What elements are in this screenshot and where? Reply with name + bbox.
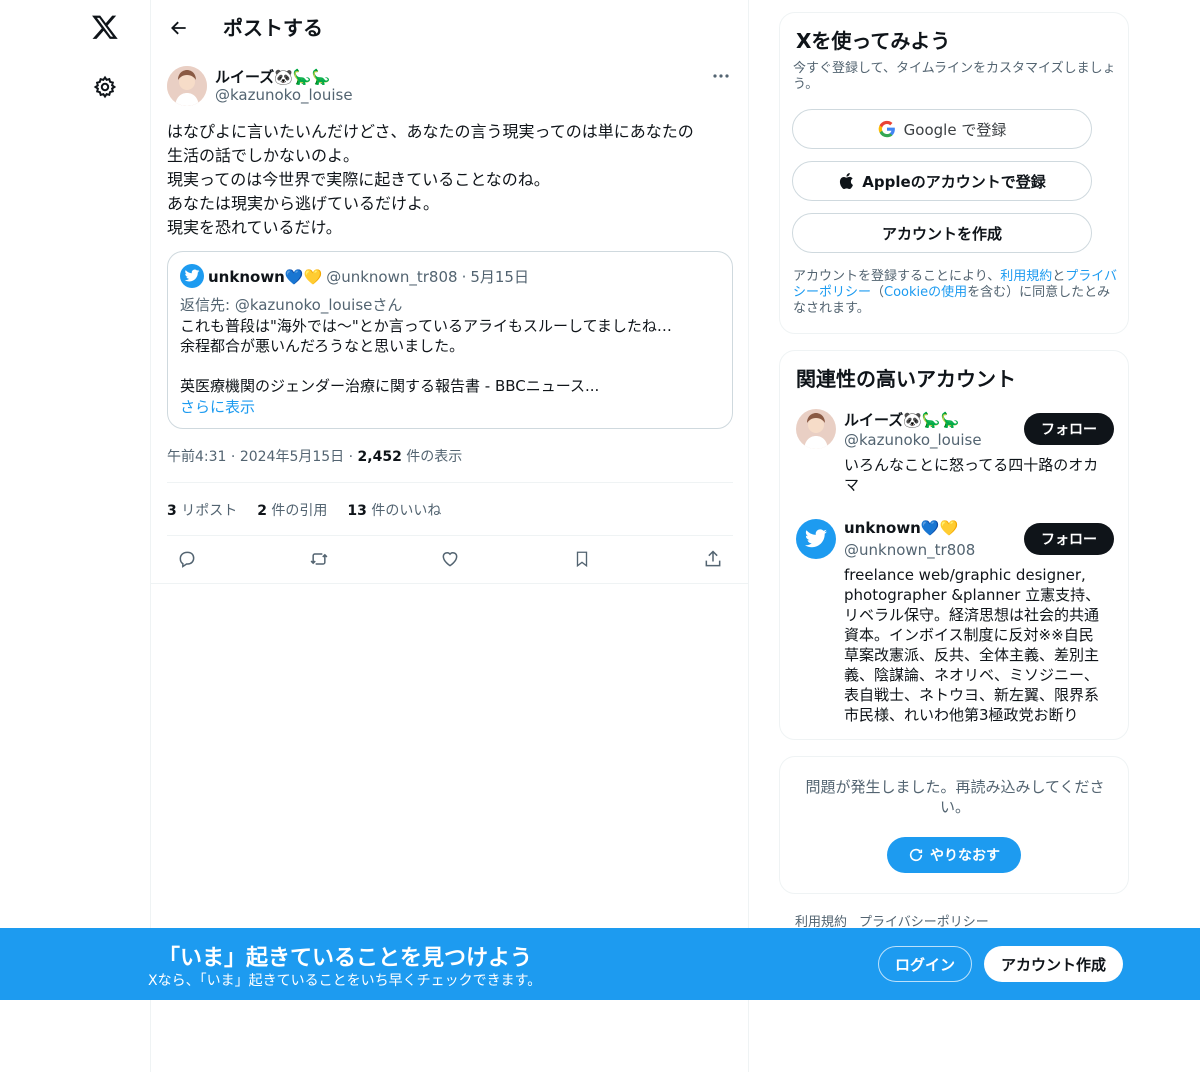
reposts-stat[interactable]: 3 リポスト <box>167 500 237 520</box>
create-account-button[interactable]: アカウントを作成 <box>792 213 1092 253</box>
tweet-stats: 3 リポスト 2 件の引用 13 件のいいね <box>167 500 441 520</box>
likes-label: 件のいいね <box>371 503 442 519</box>
retry-button[interactable]: やりなおす <box>887 837 1021 873</box>
banner-subtitle: Xなら、「いま」起きていることをいち早くチェックできます。 <box>148 973 542 989</box>
x-logo-icon[interactable] <box>86 8 124 46</box>
separator-dot: · <box>348 449 358 465</box>
account-handle[interactable]: @unknown_tr808 <box>844 541 975 559</box>
account-bio: いろんなことに怒ってる四十路のオカマ <box>844 456 1099 494</box>
create-account-label: アカウントを作成 <box>881 224 1002 243</box>
related-accounts-card: 関連性の高いアカウント ルイーズ🐼🦕🦕 @kazunoko_louise フォロ… <box>779 350 1129 740</box>
left-nav <box>0 0 150 1072</box>
legal-text: アカウントを登録することにより、利用規約とプライバシーポリシー（Cookieの使… <box>793 269 1123 317</box>
apple-signup-button[interactable]: Appleのアカウントで登録 <box>792 161 1092 201</box>
quotes-label: 件の引用 <box>271 503 328 519</box>
settings-gear-icon[interactable] <box>88 70 122 104</box>
google-signup-label: Google で登録 <box>903 120 1007 139</box>
signup-banner: 「いま」起きていることを見つけよう Xなら、「いま」起きていることをいち早くチェ… <box>0 928 1200 1000</box>
likes-count: 13 <box>347 503 367 519</box>
quote-author-name: unknown💙💛 <box>208 267 323 286</box>
quote-body: これも普段は"海外では〜"とか言っているアライもスルーしてましたね… 余程都合が… <box>180 317 672 395</box>
main-column: ポストする ルイーズ🐼🦕🦕 @kazunoko_louise はなぴよに言いたい… <box>150 0 749 1072</box>
refresh-icon <box>909 848 923 862</box>
signup-subtitle: 今すぐ登録して、タイムラインをカスタマイズしましょう。 <box>793 61 1116 92</box>
divider <box>167 535 733 536</box>
separator-dot: · <box>230 449 240 465</box>
related-account[interactable]: ルイーズ🐼🦕🦕 @kazunoko_louise フォロー いろんなことに怒って… <box>796 409 1114 509</box>
signup-card: Xを使ってみよう 今すぐ登録して、タイムラインをカスタマイズしましょう。 Goo… <box>779 12 1129 334</box>
bookmark-icon[interactable] <box>567 544 597 574</box>
follow-button[interactable]: フォロー <box>1024 413 1114 445</box>
related-account[interactable]: unknown💙💛 @unknown_tr808 フォロー freelance … <box>796 519 1114 739</box>
account-name[interactable]: ルイーズ🐼🦕🦕 <box>844 409 959 430</box>
author-handle[interactable]: @kazunoko_louise <box>215 86 353 104</box>
quote-reply-to: 返信先: @kazunoko_louiseさん <box>180 296 403 314</box>
more-options-icon[interactable] <box>709 66 733 86</box>
quote-header: unknown💙💛 @unknown_tr808 · 5月15日 <box>208 266 529 287</box>
login-button[interactable]: ログイン <box>878 946 972 982</box>
banner-signup-button[interactable]: アカウント作成 <box>984 946 1123 982</box>
author-avatar[interactable] <box>167 66 207 106</box>
terms-link[interactable]: 利用規約 <box>1000 269 1052 284</box>
error-card: 問題が発生しました。再読み込みしてください。 やりなおす <box>779 756 1129 894</box>
main-header: ポストする <box>151 0 749 56</box>
account-name[interactable]: unknown💙💛 <box>844 519 958 537</box>
legal-and: と <box>1052 269 1066 284</box>
tweet-time[interactable]: 午前4:31 <box>167 449 226 465</box>
quote-author-handle: @unknown_tr808 <box>326 267 458 286</box>
legal-prefix: アカウントを登録することにより、 <box>793 269 1001 284</box>
apple-icon <box>840 172 854 190</box>
tweet-date[interactable]: 2024年5月15日 <box>240 449 344 465</box>
reply-icon[interactable] <box>172 544 202 574</box>
follow-button[interactable]: フォロー <box>1024 523 1114 555</box>
account-avatar[interactable] <box>796 519 836 559</box>
repost-icon[interactable] <box>304 544 334 574</box>
reposts-label: リポスト <box>181 503 238 519</box>
cookie-link[interactable]: Cookieの使用 <box>884 285 967 300</box>
page-title: ポストする <box>223 16 323 40</box>
author-name[interactable]: ルイーズ🐼🦕🦕 <box>215 66 330 87</box>
quote-date: 5月15日 <box>470 268 529 286</box>
share-icon[interactable] <box>698 544 728 574</box>
reposts-count: 3 <box>167 503 177 519</box>
quotes-stat[interactable]: 2 件の引用 <box>257 500 327 520</box>
tweet-text: はなぴよに言いたいんだけどさ、あなたの言う現実ってのは単にあなたの 生活の話でし… <box>167 122 694 237</box>
legal-paren: （ <box>871 285 885 300</box>
divider <box>151 583 749 584</box>
banner-title: 「いま」起きていることを見つけよう <box>158 946 533 971</box>
account-handle[interactable]: @kazunoko_louise <box>844 431 982 449</box>
retry-label: やりなおす <box>930 848 1000 864</box>
quotes-count: 2 <box>257 503 267 519</box>
tweet-author: ルイーズ🐼🦕🦕 @kazunoko_louise <box>167 64 733 108</box>
account-bio: freelance web/graphic designer, photogra… <box>844 566 1101 724</box>
error-message: 問題が発生しました。再読み込みしてください。 <box>805 778 1105 816</box>
account-avatar[interactable] <box>796 409 836 449</box>
quote-avatar <box>180 264 204 288</box>
views-count: 2,452 <box>357 449 402 465</box>
quoted-tweet[interactable]: unknown💙💛 @unknown_tr808 · 5月15日 返信先: @k… <box>167 251 733 429</box>
tweet-timestamp: 午前4:31 · 2024年5月15日 · 2,452 件の表示 <box>167 446 462 466</box>
like-heart-icon[interactable] <box>435 544 465 574</box>
back-arrow-icon[interactable] <box>163 12 195 44</box>
apple-signup-label: Appleのアカウントで登録 <box>862 172 1046 191</box>
related-title: 関連性の高いアカウント <box>796 367 1016 391</box>
likes-stat[interactable]: 13 件のいいね <box>347 500 441 520</box>
show-more-link[interactable]: さらに表示 <box>180 396 255 417</box>
tweet-actions <box>167 544 733 574</box>
divider <box>167 482 733 483</box>
views-label: 件の表示 <box>406 449 463 465</box>
quote-dot: · <box>461 267 467 286</box>
signup-title: Xを使ってみよう <box>796 29 951 53</box>
google-icon <box>878 120 895 138</box>
google-signup-button[interactable]: Google で登録 <box>792 109 1092 149</box>
